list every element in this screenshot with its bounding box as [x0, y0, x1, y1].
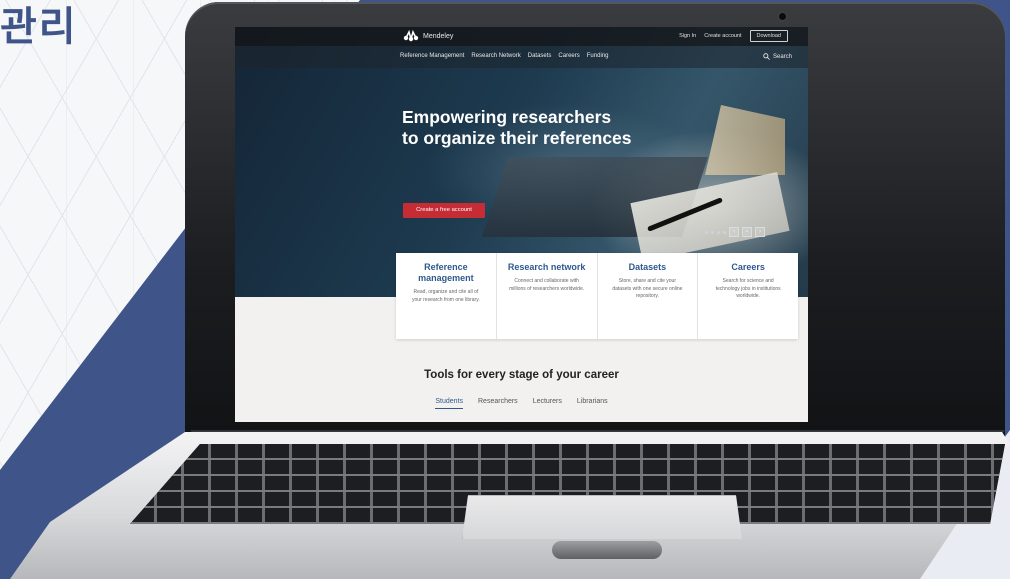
- nav-item-careers[interactable]: Careers: [558, 53, 579, 59]
- nav-item-reference-management[interactable]: Reference Management: [400, 53, 464, 59]
- nav-item-datasets[interactable]: Datasets: [528, 53, 552, 59]
- corner-logo: 관리: [0, 5, 78, 49]
- card-research-network[interactable]: Research network Connect and collaborate…: [497, 253, 598, 339]
- top-bar: Mendeley Sign In Create account Download: [235, 27, 808, 46]
- webcam-icon: [778, 12, 787, 21]
- tab-lecturers[interactable]: Lecturers: [533, 398, 562, 409]
- card-title: Datasets: [628, 262, 667, 272]
- search-label: Search: [772, 53, 792, 60]
- card-title: Careers: [731, 262, 765, 272]
- career-tabs: Students Researchers Lecturers Librarian…: [235, 398, 808, 409]
- search-icon: [763, 53, 770, 60]
- main-nav: Reference Management Research Network Da…: [235, 46, 808, 68]
- feature-cards: Reference management Read, organize and …: [396, 253, 798, 339]
- carousel-dot[interactable]: [705, 230, 708, 234]
- laptop-screen: Mendeley Sign In Create account Download…: [235, 27, 808, 422]
- card-datasets[interactable]: Datasets Store, share and cite your data…: [598, 253, 699, 339]
- hero-title: Empowering researchers to organize their…: [402, 107, 722, 149]
- tools-heading: Tools for every stage of your career: [424, 369, 619, 381]
- card-title: Research network: [507, 262, 586, 272]
- create-free-account-button[interactable]: Create a free account: [403, 203, 485, 218]
- hero-title-line1: Empowering researchers: [402, 107, 612, 127]
- download-button[interactable]: Download: [749, 30, 788, 42]
- laptop-notch: [552, 541, 662, 559]
- laptop-touchpad: [462, 495, 742, 539]
- tab-students[interactable]: Students: [435, 398, 463, 409]
- logo-text: Mendeley: [423, 32, 454, 40]
- hero-title-line2: to organize their references: [402, 128, 632, 148]
- carousel-dot[interactable]: [717, 230, 720, 234]
- carousel-dot[interactable]: [723, 230, 726, 234]
- nav-items: Reference Management Research Network Da…: [400, 53, 608, 59]
- carousel-dot[interactable]: [711, 230, 714, 234]
- carousel-pause-icon[interactable]: ▪: [742, 227, 752, 237]
- sign-in-link[interactable]: Sign In: [679, 33, 696, 39]
- tab-librarians[interactable]: Librarians: [577, 398, 608, 409]
- create-account-link[interactable]: Create account: [704, 33, 741, 39]
- account-links: Sign In Create account Download: [679, 30, 788, 42]
- search-link[interactable]: Search: [763, 53, 792, 60]
- carousel-prev-icon[interactable]: ‹: [729, 227, 739, 237]
- card-description: Connect and collaborate with millions of…: [509, 278, 585, 292]
- card-reference-management[interactable]: Reference management Read, organize and …: [396, 253, 497, 339]
- carousel-next-icon[interactable]: ›: [755, 227, 765, 237]
- mendeley-logo[interactable]: Mendeley: [403, 30, 453, 42]
- card-careers[interactable]: Careers Search for science and technolog…: [698, 253, 798, 339]
- card-description: Store, share and cite your datasets with…: [612, 278, 683, 299]
- tab-researchers[interactable]: Researchers: [478, 398, 518, 409]
- card-description: Search for science and technology jobs i…: [715, 278, 781, 299]
- nav-item-research-network[interactable]: Research Network: [471, 53, 520, 59]
- nav-item-funding[interactable]: Funding: [587, 53, 609, 59]
- carousel-controls: ‹ ▪ ›: [705, 227, 765, 237]
- card-title: Reference management: [418, 262, 474, 283]
- card-description: Read, organize and cite all of your rese…: [412, 289, 480, 303]
- mendeley-logo-icon: [403, 30, 419, 42]
